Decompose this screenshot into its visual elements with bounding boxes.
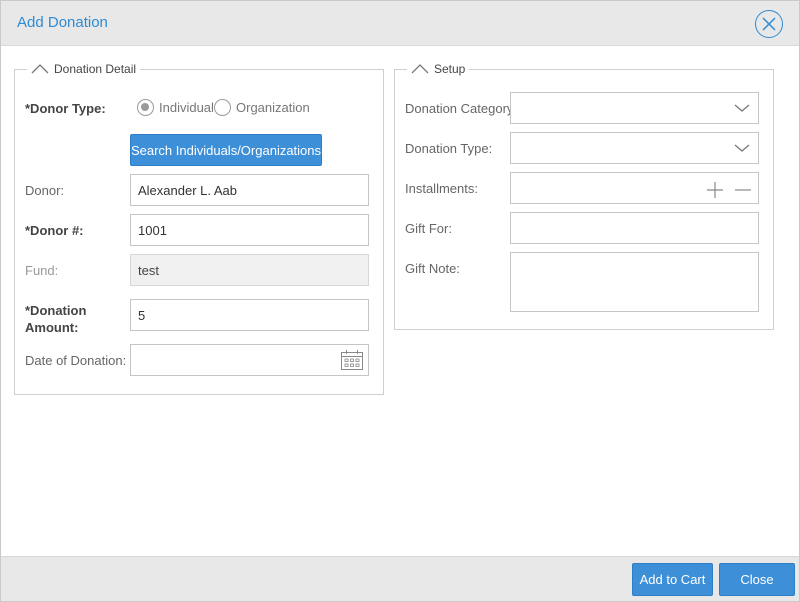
- donation-type-select[interactable]: [510, 132, 759, 164]
- fund-field: test: [130, 254, 369, 286]
- dialog-title: Add Donation: [17, 14, 108, 31]
- donation-detail-legend-label: Donation Detail: [54, 62, 137, 76]
- donation-detail-legend[interactable]: Donation Detail: [27, 62, 141, 76]
- radio-organization-label: Organization: [236, 100, 310, 115]
- setup-legend-label: Setup: [434, 62, 466, 76]
- installments-label: Installments:: [405, 181, 478, 196]
- donation-amount-field[interactable]: 5: [130, 299, 369, 331]
- donor-field[interactable]: Alexander L. Aab: [130, 174, 369, 206]
- donor-number-field[interactable]: 1001: [130, 214, 369, 246]
- gift-note-textarea[interactable]: [510, 252, 759, 312]
- donor-label: Donor:: [25, 183, 65, 198]
- donor-number-label: *Donor #:: [25, 223, 84, 238]
- radio-organization-circle: [214, 99, 231, 116]
- installments-stepper[interactable]: [510, 172, 759, 204]
- date-of-donation-label: Date of Donation:: [25, 353, 127, 368]
- donor-type-label: *Donor Type:: [25, 101, 106, 116]
- close-button[interactable]: Close: [719, 563, 795, 596]
- fund-label: Fund:: [25, 263, 59, 278]
- plus-icon[interactable]: [706, 181, 724, 199]
- dialog-footer: Add to Cart Close: [1, 556, 799, 601]
- chevron-up-icon: [411, 64, 429, 74]
- setup-legend[interactable]: Setup: [407, 62, 470, 76]
- add-donation-dialog: Add Donation Donation Detail *Donor Type…: [0, 0, 800, 602]
- donation-type-label: Donation Type:: [405, 141, 493, 156]
- donation-category-label: Donation Category:: [405, 101, 518, 116]
- donation-amount-label-line2: Amount:: [25, 320, 79, 335]
- chevron-down-icon: [734, 104, 750, 112]
- gift-note-label: Gift Note:: [405, 261, 460, 276]
- gift-for-field[interactable]: [510, 212, 759, 244]
- radio-organization[interactable]: Organization: [214, 99, 310, 116]
- radio-individual[interactable]: Individual: [137, 99, 214, 116]
- close-circle-icon[interactable]: [755, 10, 783, 38]
- chevron-down-icon: [734, 144, 750, 152]
- minus-icon[interactable]: [734, 181, 752, 199]
- chevron-up-icon: [31, 64, 49, 74]
- donation-category-select[interactable]: [510, 92, 759, 124]
- radio-individual-circle: [137, 99, 154, 116]
- gift-for-label: Gift For:: [405, 221, 452, 236]
- dialog-titlebar: Add Donation: [1, 1, 799, 46]
- calendar-icon[interactable]: [340, 349, 364, 371]
- add-to-cart-button[interactable]: Add to Cart: [632, 563, 713, 596]
- search-individuals-button[interactable]: Search Individuals/Organizations: [130, 134, 322, 166]
- radio-individual-label: Individual: [159, 100, 214, 115]
- donation-amount-label-line1: *Donation: [25, 303, 87, 318]
- date-of-donation-field[interactable]: [130, 344, 369, 376]
